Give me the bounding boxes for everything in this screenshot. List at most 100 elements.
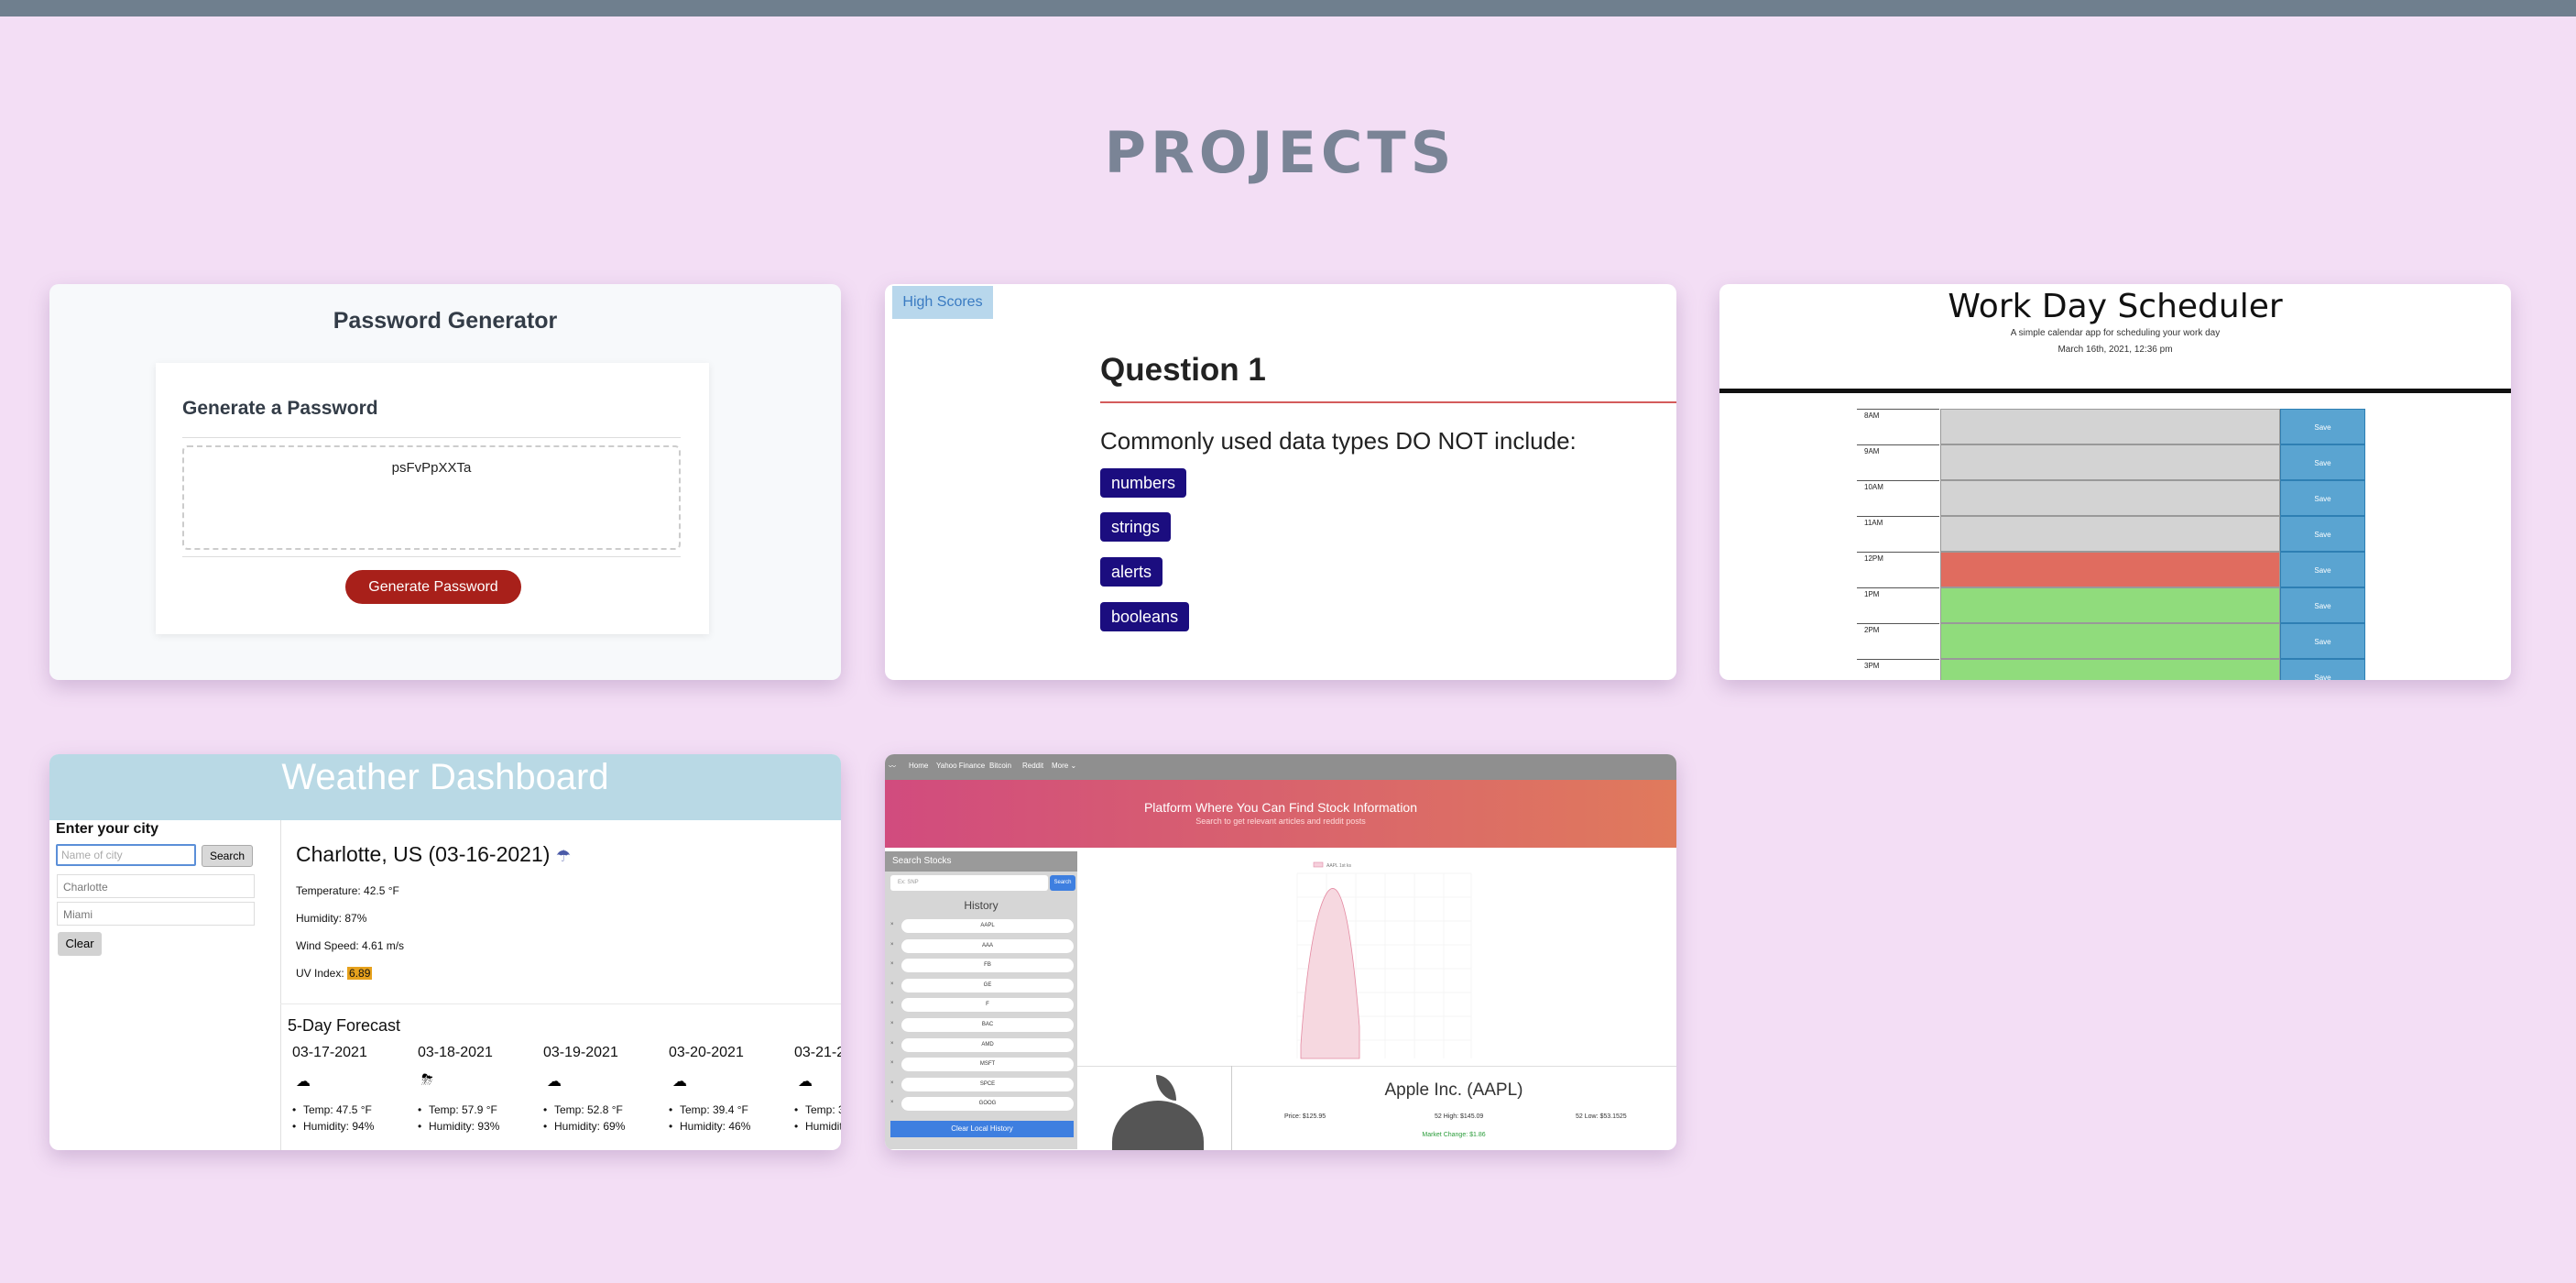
- save-button[interactable]: Save: [2280, 409, 2365, 444]
- low-52: 52 Low: $53.1525: [1576, 1113, 1627, 1120]
- search-header: Search Stocks: [885, 851, 1077, 872]
- remove-icon[interactable]: ×: [890, 1100, 894, 1105]
- stock-search-input[interactable]: Ex: SNP: [890, 875, 1048, 891]
- save-button[interactable]: Save: [2280, 623, 2365, 659]
- history-item[interactable]: MSFT: [901, 1058, 1074, 1072]
- time-block-row: 10AM Save: [1857, 480, 2370, 516]
- forecast-date: 03-21-2021: [794, 1045, 841, 1060]
- divider: [182, 556, 681, 557]
- event-textarea[interactable]: [1940, 409, 2280, 444]
- event-textarea[interactable]: [1940, 480, 2280, 516]
- project-card-weather-dashboard[interactable]: Weather Dashboard Enter your city Name o…: [49, 754, 841, 1150]
- forecast-day: 03-20-2021 ☁ Temp: 39.4 °FHumidity: 46%: [669, 1045, 797, 1135]
- time-block-row: 12PM Save: [1857, 552, 2370, 587]
- project-card-work-day-scheduler[interactable]: Work Day Scheduler A simple calendar app…: [1719, 284, 2511, 680]
- password-title: Password Generator: [333, 308, 558, 334]
- remove-icon[interactable]: ×: [890, 1001, 894, 1006]
- forecast-row: 03-17-2021☁Temp: 47.5 °FHumidity: 94%03-…: [292, 1045, 841, 1147]
- banner-title: Platform Where You Can Find Stock Inform…: [1143, 800, 1418, 815]
- generate-password-button[interactable]: Generate Password: [345, 570, 521, 604]
- remove-icon[interactable]: ×: [890, 1080, 894, 1086]
- save-button[interactable]: Save: [2280, 444, 2365, 480]
- save-button[interactable]: Save: [2280, 587, 2365, 623]
- remove-icon[interactable]: ×: [890, 1021, 894, 1026]
- history-item[interactable]: SPCE: [901, 1077, 1074, 1091]
- forecast-humidity: Humidity: 69%: [543, 1118, 671, 1135]
- high-52: 52 High: $145.09: [1435, 1113, 1484, 1120]
- nav-reddit[interactable]: Reddit: [1022, 762, 1043, 770]
- weather-icon: ☁: [672, 1074, 687, 1090]
- weather-title: Weather Dashboard: [49, 754, 841, 820]
- hour-label: 10AM: [1857, 480, 1939, 516]
- save-button[interactable]: Save: [2280, 516, 2365, 552]
- hour-label: 1PM: [1857, 587, 1939, 623]
- nav-more[interactable]: More ⌄: [1052, 762, 1076, 770]
- project-card-password-generator[interactable]: Password Generator Generate a Password p…: [49, 284, 841, 680]
- forecast-humidity: Humidity: 46%: [669, 1118, 797, 1135]
- forecast-date: 03-18-2021: [418, 1045, 493, 1060]
- history-item[interactable]: AMD: [901, 1037, 1074, 1052]
- history-item[interactable]: BAC: [901, 1018, 1074, 1032]
- history-item[interactable]: GOOG: [901, 1097, 1074, 1112]
- nav-yahoo-finance[interactable]: Yahoo Finance: [936, 762, 985, 770]
- answer-button[interactable]: booleans: [1100, 602, 1190, 631]
- header-divider: [1719, 389, 2511, 393]
- banner-subtitle: Search to get relevant articles and redd…: [1195, 817, 1366, 826]
- project-card-stock-platform[interactable]: 〰 Home Yahoo Finance Bitcoin Reddit More…: [885, 754, 1676, 1150]
- price: Price: $125.95: [1284, 1113, 1326, 1120]
- remove-icon[interactable]: ×: [890, 961, 894, 967]
- city-input[interactable]: Name of city: [56, 844, 196, 866]
- remove-icon[interactable]: ×: [890, 942, 894, 948]
- forecast-temp: Temp: 39.4 °F: [669, 1102, 797, 1118]
- remove-icon[interactable]: ×: [890, 981, 894, 987]
- save-button[interactable]: Save: [2280, 552, 2365, 587]
- save-button[interactable]: Save: [2280, 480, 2365, 516]
- city-heading: Charlotte, US (03-16-2021) ☂: [296, 842, 571, 867]
- time-block-row: 1PM Save: [1857, 587, 2370, 623]
- top-nav: 〰 Home Yahoo Finance Bitcoin Reddit More…: [885, 754, 1676, 780]
- nav-home[interactable]: Home: [909, 762, 928, 770]
- event-textarea[interactable]: [1940, 659, 2280, 680]
- divider: [182, 437, 681, 438]
- event-textarea[interactable]: [1940, 552, 2280, 587]
- forecast-date: 03-19-2021: [543, 1045, 618, 1060]
- project-card-quiz[interactable]: High Scores Question 1 Commonly used dat…: [885, 284, 1676, 680]
- divider: [280, 820, 281, 1150]
- rain-cloud-icon: ☂: [555, 847, 571, 865]
- history-item[interactable]: Charlotte: [57, 874, 255, 898]
- history-item[interactable]: GE: [901, 978, 1074, 992]
- history-item[interactable]: Miami: [57, 902, 255, 926]
- event-textarea[interactable]: [1940, 444, 2280, 480]
- remove-icon[interactable]: ×: [890, 1060, 894, 1066]
- password-subtitle: Generate a Password: [182, 398, 378, 419]
- nav-bitcoin[interactable]: Bitcoin: [989, 762, 1011, 770]
- event-textarea[interactable]: [1940, 587, 2280, 623]
- forecast-humidity: Humidity: 46%: [794, 1118, 841, 1135]
- event-textarea[interactable]: [1940, 516, 2280, 552]
- answer-button[interactable]: numbers: [1100, 468, 1187, 498]
- history-item[interactable]: F: [901, 998, 1074, 1013]
- company-name: Apple Inc. (AAPL): [1384, 1080, 1523, 1100]
- history-item[interactable]: FB: [901, 959, 1074, 973]
- price-area: [1300, 888, 1360, 1059]
- answer-button[interactable]: alerts: [1100, 557, 1163, 587]
- forecast-date: 03-20-2021: [669, 1045, 744, 1060]
- remove-icon[interactable]: ×: [890, 1041, 894, 1047]
- hour-label: 2PM: [1857, 623, 1939, 659]
- save-button[interactable]: Save: [2280, 659, 2365, 680]
- weather-icon: ⛈: [421, 1072, 433, 1088]
- history-item[interactable]: AAPL: [901, 919, 1074, 933]
- history-item[interactable]: AAA: [901, 938, 1074, 953]
- high-scores-link[interactable]: High Scores: [892, 286, 993, 319]
- search-button[interactable]: Search: [202, 845, 253, 867]
- logo-icon: 〰: [889, 762, 896, 771]
- stock-search-button[interactable]: Search: [1050, 875, 1075, 891]
- clear-button[interactable]: Clear: [58, 932, 102, 956]
- answer-button[interactable]: strings: [1100, 512, 1172, 542]
- clear-history-button[interactable]: Clear Local History: [890, 1121, 1074, 1137]
- stock-chart: AAPL 1st ks: [1296, 861, 1472, 1059]
- scheduler-subtitle: A simple calendar app for scheduling you…: [2010, 328, 2221, 338]
- city-heading-text: Charlotte, US (03-16-2021): [296, 842, 551, 866]
- event-textarea[interactable]: [1940, 623, 2280, 659]
- remove-icon[interactable]: ×: [890, 922, 894, 927]
